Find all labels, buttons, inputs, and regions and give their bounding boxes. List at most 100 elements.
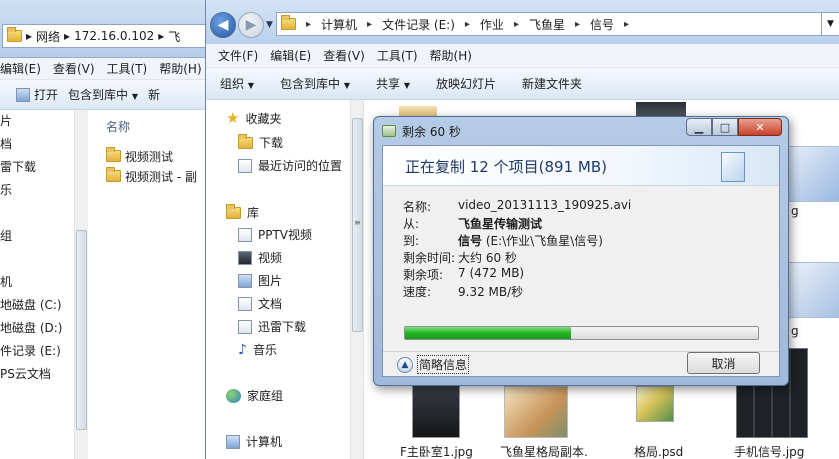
chevron-down-icon: ▼ bbox=[403, 81, 410, 90]
nav-computer[interactable]: 计算机 bbox=[226, 433, 282, 450]
thumbnail-image[interactable] bbox=[784, 262, 839, 318]
breadcrumb-host[interactable]: 172.16.0.102 bbox=[74, 29, 154, 43]
thumbnail-image[interactable] bbox=[636, 386, 674, 422]
breadcrumb-network[interactable]: 网络 bbox=[36, 28, 60, 45]
download-folder-icon bbox=[238, 133, 253, 149]
back-nav-scrollbar[interactable] bbox=[74, 110, 88, 459]
nav-favorites[interactable]: ★ 收藏夹 bbox=[226, 110, 281, 127]
nav-label: 迅雷下载 bbox=[258, 320, 307, 334]
recent-pages-dropdown[interactable]: ▼ bbox=[266, 20, 273, 30]
nav-videos[interactable]: 视频 bbox=[238, 249, 282, 266]
detail-value-link[interactable]: 飞鱼星传输测试 bbox=[458, 215, 542, 232]
copy-progress-dialog: 剩余 60 秒 ▁ □ ✕ 正在复制 12 个项目(891 MB) 名称: vi… bbox=[373, 116, 789, 386]
computer-icon bbox=[226, 434, 240, 449]
close-icon: ✕ bbox=[755, 120, 765, 134]
less-info-toggle[interactable]: ▲ 简略信息 bbox=[397, 355, 470, 374]
breadcrumb-signal[interactable]: 信号 bbox=[590, 16, 614, 33]
minimize-button[interactable]: ▁ bbox=[686, 118, 712, 136]
chevron-down-icon: ▼ bbox=[343, 81, 350, 90]
nav-label: 下载 bbox=[259, 136, 284, 150]
back-button[interactable]: ◀ bbox=[210, 12, 236, 38]
thumbnail-image[interactable] bbox=[412, 382, 460, 438]
breadcrumb-folder[interactable]: 飞 bbox=[168, 28, 180, 45]
menu-tools[interactable]: 工具(T) bbox=[371, 47, 424, 64]
forward-button[interactable]: ▶ bbox=[238, 12, 264, 38]
new-folder-button[interactable]: 新建文件夹 bbox=[522, 75, 582, 92]
arrow-right-icon: ▶ bbox=[245, 17, 257, 33]
front-nav-scrollbar[interactable]: ≡ bbox=[350, 100, 364, 459]
breadcrumb-separator: ▸ bbox=[26, 29, 33, 43]
file-caption[interactable]: F主卧室1.jpg bbox=[400, 443, 473, 459]
breadcrumb-feiyuxing[interactable]: 飞鱼星 bbox=[529, 16, 565, 33]
detail-value: 9.32 MB/秒 bbox=[458, 285, 524, 299]
include-library-button[interactable]: 包含到库中 ▼ bbox=[280, 75, 350, 92]
thumbnail-image[interactable] bbox=[784, 146, 839, 202]
close-button[interactable]: ✕ bbox=[738, 118, 782, 136]
detail-value-link[interactable]: 信号 bbox=[458, 232, 482, 249]
open-label: 打开 bbox=[34, 88, 59, 102]
new-button[interactable]: 新 bbox=[148, 86, 160, 103]
file-caption[interactable]: 手机信号.jpg bbox=[734, 443, 804, 459]
nav-documents[interactable]: 文档 bbox=[238, 295, 282, 312]
thumbnail-image[interactable] bbox=[504, 386, 568, 438]
breadcrumb-separator: ▸ bbox=[306, 18, 312, 30]
menu-help[interactable]: 帮助(H) bbox=[424, 47, 478, 64]
nav-libraries[interactable]: 库 bbox=[226, 203, 259, 221]
breadcrumb-separator: ▸ bbox=[574, 18, 581, 30]
share-button[interactable]: 共享 ▼ bbox=[376, 75, 410, 92]
nav-label: 图片 bbox=[258, 274, 283, 288]
detail-row-items-left: 剩余项: 7 (472 MB) bbox=[403, 266, 524, 283]
menu-view[interactable]: 查看(V) bbox=[47, 60, 101, 77]
list-item[interactable]: 视频测试 bbox=[106, 146, 173, 166]
open-button[interactable]: 打开 bbox=[16, 86, 58, 103]
nav-downloads[interactable]: 下载 bbox=[238, 133, 284, 151]
cancel-button[interactable]: 取消 bbox=[687, 352, 760, 374]
nav-pptv[interactable]: PPTV视频 bbox=[238, 226, 312, 243]
detail-key: 速度: bbox=[403, 285, 432, 299]
organize-button[interactable]: 组织 ▼ bbox=[220, 75, 254, 92]
front-address-area: ◀ ▶ ▼ ▸ 计算机 ▸ 文件记录 (E:) ▸ 作业 ▸ 飞鱼星 ▸ 信号 … bbox=[206, 0, 839, 44]
chevron-down-icon: ▼ bbox=[131, 92, 139, 101]
breadcrumb-drive-e[interactable]: 文件记录 (E:) bbox=[382, 16, 455, 33]
scrollbar-thumb[interactable] bbox=[76, 230, 87, 430]
file-caption[interactable]: 格局.psd bbox=[634, 443, 683, 459]
nav-label: 文档 bbox=[258, 297, 283, 311]
star-icon: ★ bbox=[226, 109, 240, 127]
address-dropdown-button[interactable]: ▼ bbox=[822, 12, 839, 36]
back-menu-bar: 编辑(E) 查看(V) 工具(T) 帮助(H) bbox=[0, 58, 215, 80]
menu-help[interactable]: 帮助(H) bbox=[153, 60, 207, 77]
library-folder-icon bbox=[238, 319, 252, 334]
detail-key: 名称: bbox=[403, 200, 432, 214]
file-name: 视频测试 - 副 bbox=[125, 169, 197, 184]
breadcrumb-separator: ▸ bbox=[624, 18, 630, 30]
nav-xunlei[interactable]: 迅雷下载 bbox=[238, 318, 306, 335]
back-address-bar[interactable]: ▸ 网络 ▸ 172.16.0.102 ▸ 飞 bbox=[2, 24, 215, 48]
minimize-icon: ▁ bbox=[694, 120, 704, 134]
slideshow-button[interactable]: 放映幻灯片 bbox=[436, 75, 496, 92]
nav-pictures[interactable]: 图片 bbox=[238, 272, 282, 289]
menu-file[interactable]: 文件(F) bbox=[212, 47, 264, 64]
nav-homegroup[interactable]: 家庭组 bbox=[226, 387, 283, 404]
nav-recent-places[interactable]: 最近访问的位置 bbox=[238, 157, 342, 174]
menu-edit[interactable]: 编辑(E) bbox=[0, 60, 47, 77]
breadcrumb-homework[interactable]: 作业 bbox=[480, 16, 504, 33]
menu-view[interactable]: 查看(V) bbox=[317, 47, 371, 64]
nav-music[interactable]: ♪ 音乐 bbox=[238, 341, 277, 358]
menu-tools[interactable]: 工具(T) bbox=[101, 60, 154, 77]
library-folder-icon bbox=[238, 227, 252, 242]
front-address-bar[interactable]: ▸ 计算机 ▸ 文件记录 (E:) ▸ 作业 ▸ 飞鱼星 ▸ 信号 ▸ bbox=[276, 12, 822, 36]
caption-buttons: ▁ □ ✕ bbox=[686, 118, 782, 136]
back-address-bar-area: ▸ 网络 ▸ 172.16.0.102 ▸ 飞 bbox=[0, 0, 215, 58]
detail-value: video_20131113_190925.avi bbox=[458, 198, 632, 212]
front-nav-pane: ★ 收藏夹 下载 最近访问的位置 库 PPTV视频 视频 图片 文档 迅雷下载 … bbox=[206, 100, 350, 459]
include-library-button[interactable]: 包含到库中 ▼ bbox=[68, 86, 138, 103]
column-header-name[interactable]: 名称 bbox=[106, 118, 130, 135]
list-item[interactable]: 视频测试 - 副 bbox=[106, 166, 197, 186]
menu-edit[interactable]: 编辑(E) bbox=[264, 47, 317, 64]
breadcrumb-computer[interactable]: 计算机 bbox=[321, 16, 357, 33]
nav-label: 视频 bbox=[258, 251, 283, 265]
maximize-button[interactable]: □ bbox=[712, 118, 738, 136]
file-caption[interactable]: 飞鱼星格局副本. bbox=[500, 443, 588, 459]
folder-icon bbox=[7, 27, 22, 42]
include-label: 包含到库中 bbox=[280, 77, 341, 91]
